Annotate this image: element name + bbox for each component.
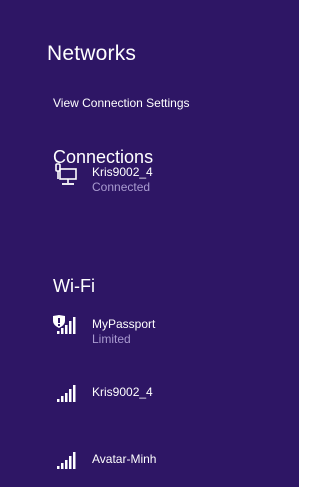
wired-network-icon <box>50 163 80 191</box>
wifi-signal-icon <box>50 450 80 478</box>
wifi-network-status: Limited <box>92 332 131 346</box>
networks-charm-panel: Networks View Connection Settings Connec… <box>0 0 299 487</box>
connection-status: Connected <box>92 180 151 194</box>
connection-item-kris9002-4[interactable]: Kris9002_4 Connected <box>50 163 270 203</box>
wifi-item-kris9002-4[interactable]: Kris9002_4 <box>50 383 270 423</box>
wifi-signal-icon <box>50 383 80 411</box>
panel-title: Networks <box>47 42 137 65</box>
wifi-network-name: Kris9002_4 <box>92 385 153 399</box>
wifi-heading: Wi-Fi <box>53 276 95 296</box>
wifi-signal-shield-icon <box>50 315 80 343</box>
wifi-item-avatar-minh[interactable]: Avatar-Minh <box>50 450 270 487</box>
view-connection-settings-link[interactable]: View Connection Settings <box>53 96 190 110</box>
connection-name: Kris9002_4 <box>92 165 153 179</box>
wifi-network-name: MyPassport <box>92 317 156 331</box>
panel-edge <box>299 0 302 487</box>
wifi-network-name: Avatar-Minh <box>92 452 157 466</box>
wifi-item-mypassport[interactable]: MyPassport Limited <box>50 315 270 355</box>
